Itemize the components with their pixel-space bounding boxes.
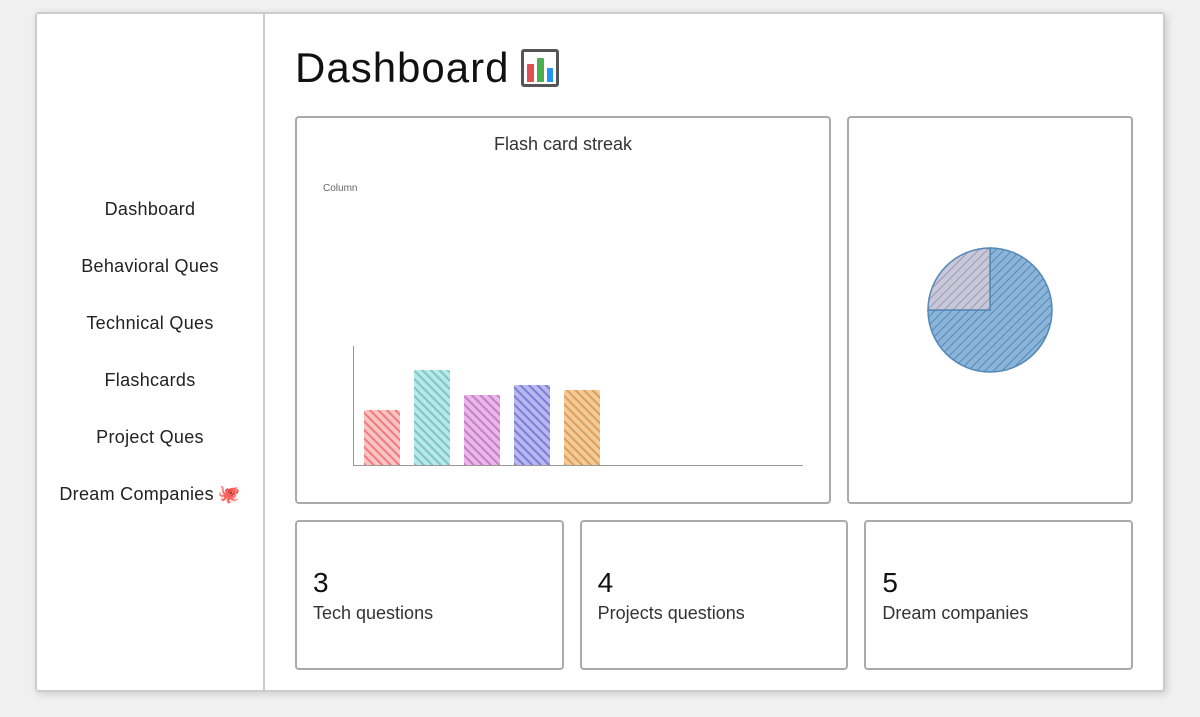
sidebar: Dashboard Behavioral Ques Technical Ques…: [37, 14, 265, 690]
outer-frame: Dashboard Behavioral Ques Technical Ques…: [35, 12, 1165, 692]
dashboard-chart-icon: [521, 49, 559, 87]
page-title: Dashboard: [295, 44, 509, 92]
dream-companies-emoji: 🐙: [218, 484, 241, 505]
pie-chart-svg: [920, 240, 1060, 380]
sidebar-item-behavioral-ques[interactable]: Behavioral Ques: [37, 250, 263, 283]
stat-card-projects: 4 Projects questions: [580, 520, 849, 670]
streak-chart-title: Flash card streak: [313, 134, 813, 155]
bar-4: [514, 385, 550, 465]
chart-area: Column: [313, 163, 813, 486]
chart-column-label: Column: [323, 183, 357, 194]
stat-projects-label: Projects questions: [598, 603, 831, 624]
stat-tech-label: Tech questions: [313, 603, 546, 624]
dream-companies-label: Dream Companies: [59, 484, 214, 505]
bar-5: [564, 390, 600, 465]
bar-1: [364, 410, 400, 465]
stat-card-tech: 3 Tech questions: [295, 520, 564, 670]
pie-chart-card: [847, 116, 1133, 504]
bar-3: [464, 395, 500, 465]
sidebar-item-technical-ques[interactable]: Technical Ques: [37, 307, 263, 340]
stat-tech-number: 3: [313, 567, 546, 599]
stat-dream-number: 5: [882, 567, 1115, 599]
sidebar-item-flashcards[interactable]: Flashcards: [37, 364, 263, 397]
icon-bar-green: [537, 58, 544, 82]
icon-bar-blue: [547, 68, 554, 82]
stat-dream-label: Dream companies: [882, 603, 1115, 624]
sidebar-item-dream-companies[interactable]: Dream Companies 🐙: [37, 478, 263, 511]
sidebar-item-dashboard[interactable]: Dashboard: [37, 193, 263, 226]
top-row: Flash card streak Column: [295, 116, 1133, 504]
bars-container: [353, 346, 803, 466]
icon-bar-red: [527, 64, 534, 82]
main-content: Dashboard Flash card streak Column: [265, 14, 1163, 690]
bottom-row: 3 Tech questions 4 Projects questions 5 …: [295, 520, 1133, 670]
stat-projects-number: 4: [598, 567, 831, 599]
stat-card-dream: 5 Dream companies: [864, 520, 1133, 670]
streak-chart-card: Flash card streak Column: [295, 116, 831, 504]
sidebar-item-project-ques[interactable]: Project Ques: [37, 421, 263, 454]
page-title-area: Dashboard: [295, 44, 1133, 92]
bar-2: [414, 370, 450, 465]
